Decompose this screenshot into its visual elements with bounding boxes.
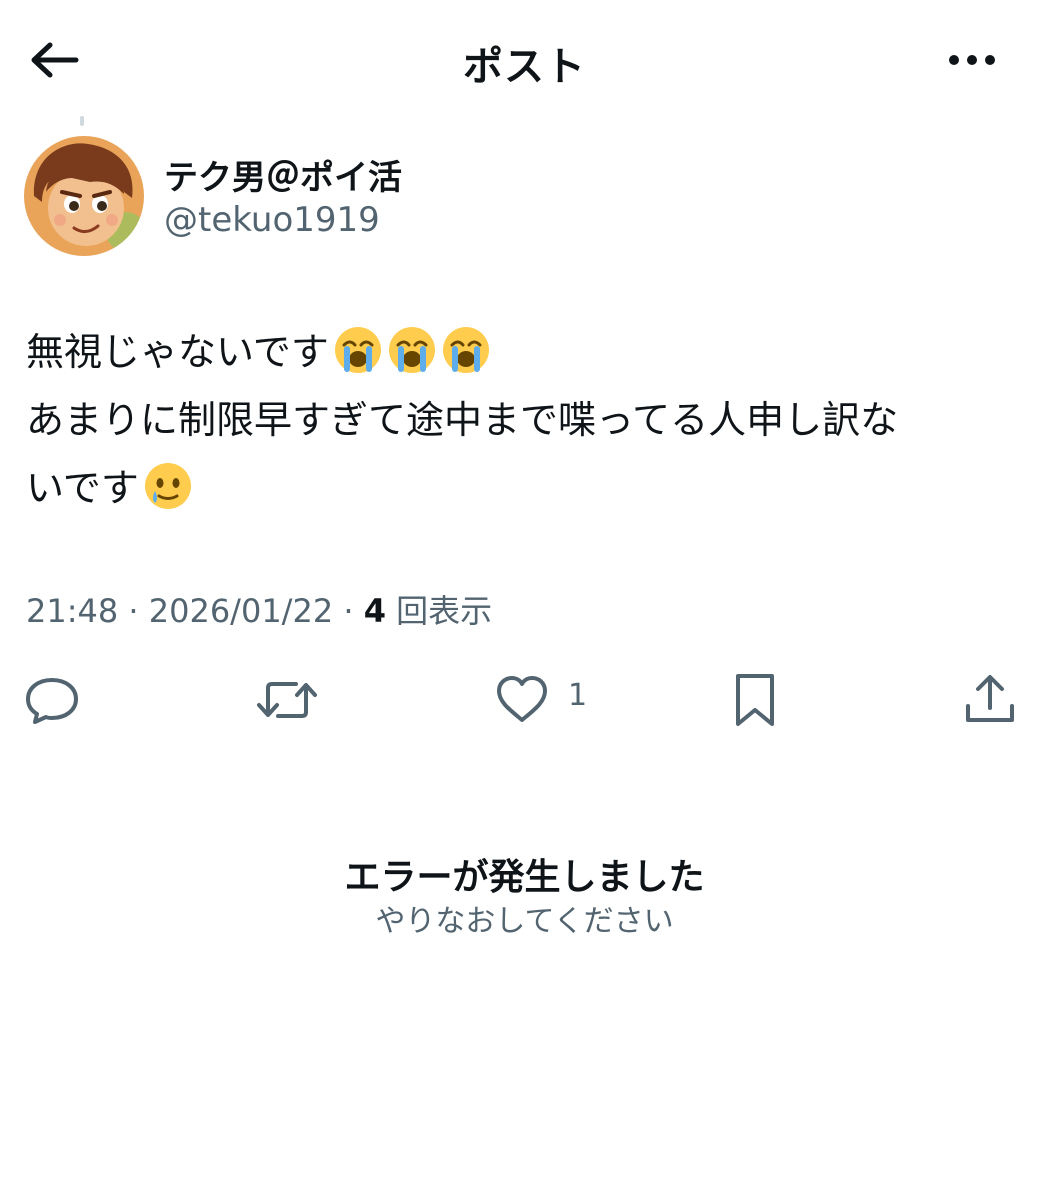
post-line-3: いです (26, 454, 1016, 522)
repost-icon (257, 682, 317, 718)
views-count[interactable]: 4 (364, 592, 386, 630)
reply-icon (26, 678, 78, 724)
more-options-button[interactable] (944, 44, 1004, 76)
post-meta: 21:48 · 2026/01/22 · 4 回表示 (26, 586, 492, 632)
post-date: 2026/01/22 (148, 592, 334, 630)
author-display-name[interactable]: テク男＠ポイ活 (164, 150, 402, 199)
more-dots-icon (949, 55, 995, 65)
avatar[interactable] (24, 136, 144, 256)
heart-icon (497, 676, 547, 722)
post-line-1-text: 無視じゃないです (26, 330, 329, 374)
reply-button[interactable] (24, 670, 80, 730)
repost-button[interactable] (256, 670, 318, 730)
bookmark-icon (736, 674, 774, 726)
top-bar: ポスト (0, 0, 1049, 120)
cartoon-boy-avatar (24, 136, 144, 256)
face-holding-back-tears-emoji (144, 463, 191, 509)
post-line-3-text: いです (26, 466, 139, 510)
post-text: 無視じゃないです あまりに制限早すぎて途中まで喋ってる人申し訳な いです (26, 318, 1016, 522)
post-time: 21:48 (26, 592, 119, 630)
loudly-crying-face-emoji (442, 327, 489, 373)
retry-link[interactable]: やりなおしてください (0, 896, 1049, 940)
page-title: ポスト (463, 44, 586, 90)
share-icon (966, 675, 1014, 722)
views-label[interactable]: 回表示 (386, 592, 492, 630)
loudly-crying-face-emoji (334, 327, 381, 373)
meta-separator: · (333, 592, 364, 630)
like-count: 1 (568, 678, 588, 713)
like-button[interactable] (494, 670, 550, 730)
meta-separator: · (118, 592, 149, 630)
loudly-crying-face-emoji (388, 327, 435, 373)
error-title: エラーが発生しました (344, 857, 705, 898)
thread-connector (80, 116, 84, 126)
author-handle[interactable]: @tekuo1919 (164, 200, 380, 240)
bookmark-button[interactable] (730, 670, 780, 730)
share-button[interactable] (962, 670, 1018, 730)
post-line-2: あまりに制限早すぎて途中まで喋ってる人申し訳な (26, 398, 899, 442)
post-line-1: 無視じゃないです (26, 318, 1016, 386)
action-bar (0, 670, 1049, 730)
